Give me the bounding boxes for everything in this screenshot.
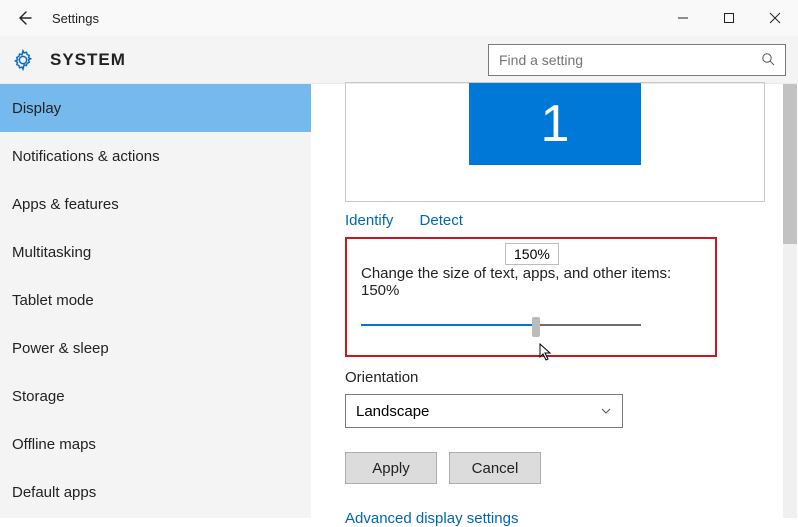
scrollbar-thumb[interactable]	[783, 84, 797, 244]
page-heading: SYSTEM	[50, 50, 126, 70]
close-icon	[769, 12, 781, 24]
sidebar-item-label: Multitasking	[12, 244, 91, 261]
advanced-display-link[interactable]: Advanced display settings	[345, 510, 798, 527]
cursor-icon	[539, 343, 555, 363]
sidebar-item-power-sleep[interactable]: Power & sleep	[0, 324, 311, 372]
sidebar-item-tablet-mode[interactable]: Tablet mode	[0, 276, 311, 324]
search-input[interactable]	[489, 52, 751, 68]
window-title: Settings	[52, 11, 99, 26]
orientation-select[interactable]: Landscape	[345, 394, 623, 428]
sidebar-item-label: Tablet mode	[12, 292, 94, 309]
content: 1 Identify Detect 150% Change the size o…	[311, 84, 798, 518]
search-icon	[751, 52, 785, 67]
sidebar-item-label: Power & sleep	[12, 340, 109, 357]
button-row: Apply Cancel	[345, 452, 798, 484]
body: Display Notifications & actions Apps & f…	[0, 84, 798, 518]
sidebar-item-offline-maps[interactable]: Offline maps	[0, 420, 311, 468]
sidebar-item-label: Offline maps	[12, 436, 96, 453]
sidebar-item-label: Storage	[12, 388, 65, 405]
maximize-icon	[723, 12, 735, 24]
scale-slider[interactable]	[361, 317, 641, 333]
monitor-links: Identify Detect	[345, 212, 798, 229]
scale-section: 150% Change the size of text, apps, and …	[345, 237, 717, 357]
monitor-preview: 1	[345, 82, 765, 202]
sidebar-item-label: Notifications & actions	[12, 148, 160, 165]
cancel-button[interactable]: Cancel	[449, 452, 541, 484]
search-box[interactable]	[488, 44, 786, 76]
header: SYSTEM	[0, 36, 798, 84]
sidebar-item-label: Apps & features	[12, 196, 119, 213]
orientation-value: Landscape	[356, 403, 429, 420]
sidebar: Display Notifications & actions Apps & f…	[0, 84, 311, 518]
close-button[interactable]	[752, 0, 798, 36]
slider-thumb[interactable]	[532, 317, 540, 337]
sidebar-item-label: Default apps	[12, 484, 96, 501]
identify-link[interactable]: Identify	[345, 212, 393, 229]
sidebar-item-default-apps[interactable]: Default apps	[0, 468, 311, 516]
sidebar-item-multitasking[interactable]: Multitasking	[0, 228, 311, 276]
sidebar-item-storage[interactable]: Storage	[0, 372, 311, 420]
detect-link[interactable]: Detect	[420, 212, 463, 229]
minimize-button[interactable]	[660, 0, 706, 36]
minimize-icon	[677, 12, 689, 24]
arrow-left-icon	[15, 9, 33, 27]
sidebar-item-label: Display	[12, 100, 61, 117]
window-controls	[660, 0, 798, 36]
sidebar-item-display[interactable]: Display	[0, 84, 311, 132]
titlebar: Settings	[0, 0, 798, 36]
apply-button[interactable]: Apply	[345, 452, 437, 484]
chevron-down-icon	[600, 405, 612, 417]
cancel-label: Cancel	[472, 460, 519, 477]
slider-fill	[361, 324, 536, 326]
orientation-label: Orientation	[345, 369, 798, 386]
apply-label: Apply	[372, 460, 410, 477]
scale-tooltip: 150%	[505, 243, 559, 265]
monitor-number: 1	[541, 94, 570, 154]
scale-label: Change the size of text, apps, and other…	[361, 265, 701, 299]
back-button[interactable]	[0, 0, 48, 36]
monitor-tile[interactable]: 1	[469, 83, 641, 165]
maximize-button[interactable]	[706, 0, 752, 36]
gear-icon	[12, 49, 34, 71]
sidebar-item-notifications[interactable]: Notifications & actions	[0, 132, 311, 180]
sidebar-item-apps-features[interactable]: Apps & features	[0, 180, 311, 228]
